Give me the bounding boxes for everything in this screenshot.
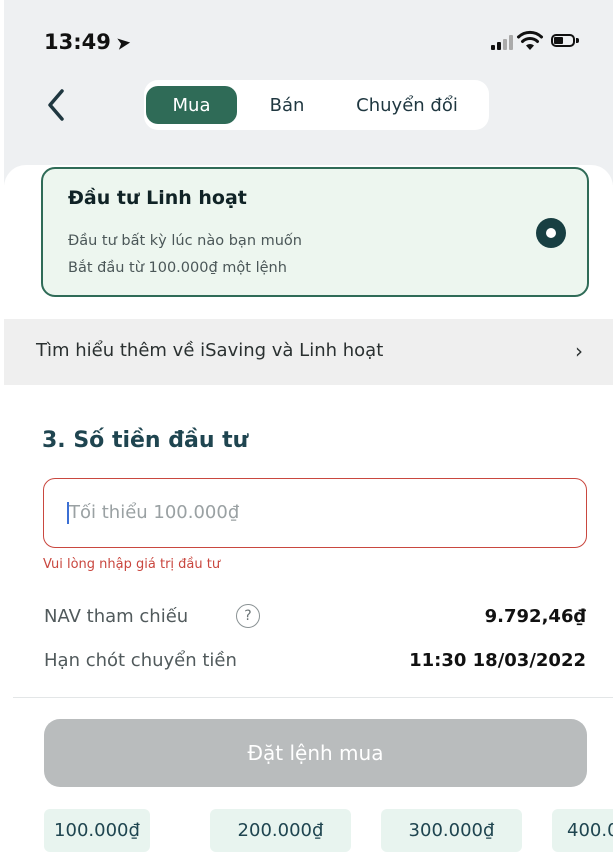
back-button[interactable] <box>46 88 66 122</box>
chevron-left-icon <box>48 89 64 121</box>
amount-section-title: 3. Số tiền đầu tư <box>42 428 249 453</box>
quick-amount-chip[interactable]: 100.000₫ <box>44 809 150 852</box>
tab-buy[interactable]: Mua <box>146 86 237 124</box>
location-arrow-icon: ➤ <box>114 32 133 55</box>
quick-amount-chip[interactable]: 400.000₫ <box>552 809 613 852</box>
learn-more-label: Tìm hiểu thêm về iSaving và Linh hoạt <box>36 340 384 361</box>
deadline-label: Hạn chót chuyển tiền <box>44 650 237 671</box>
nav-label: NAV tham chiếu <box>44 606 189 627</box>
status-time-text: 13:49 <box>44 30 111 54</box>
wifi-icon <box>516 30 544 52</box>
quick-amount-chip[interactable]: 200.000₫ <box>210 809 351 852</box>
quick-amount-chip[interactable]: 300.000₫ <box>381 809 522 852</box>
plan-card-minimum: Bắt đầu từ 100.000₫ một lệnh <box>68 260 287 276</box>
chevron-right-icon: › <box>575 339 583 363</box>
plan-radio-selected[interactable] <box>536 218 566 248</box>
tab-convert[interactable]: Chuyển đổi <box>337 86 477 124</box>
trade-type-tabs: Mua Bán Chuyển đổi <box>144 80 489 130</box>
help-icon[interactable]: ? <box>236 604 260 628</box>
deadline-value: 11:30 18/03/2022 <box>409 650 586 671</box>
plan-card-title: Đầu tư Linh hoạt <box>68 187 247 209</box>
amount-error-message: Vui lòng nhập giá trị đầu tư <box>43 557 221 572</box>
status-time: 13:49 ➤ <box>44 30 133 55</box>
plan-card-description: Đầu tư bất kỳ lúc nào bạn muốn <box>68 233 302 249</box>
divider <box>13 697 613 698</box>
battery-icon <box>551 34 581 49</box>
learn-more-row[interactable]: Tìm hiểu thêm về iSaving và Linh hoạt › <box>4 319 613 385</box>
cellular-signal-icon <box>491 35 513 50</box>
nav-value: 9.792,46₫ <box>484 606 586 627</box>
amount-placeholder: Tối thiểu 100.000₫ <box>69 502 240 523</box>
place-buy-order-button[interactable]: Đặt lệnh mua <box>44 719 587 787</box>
tab-sell[interactable]: Bán <box>247 86 327 124</box>
